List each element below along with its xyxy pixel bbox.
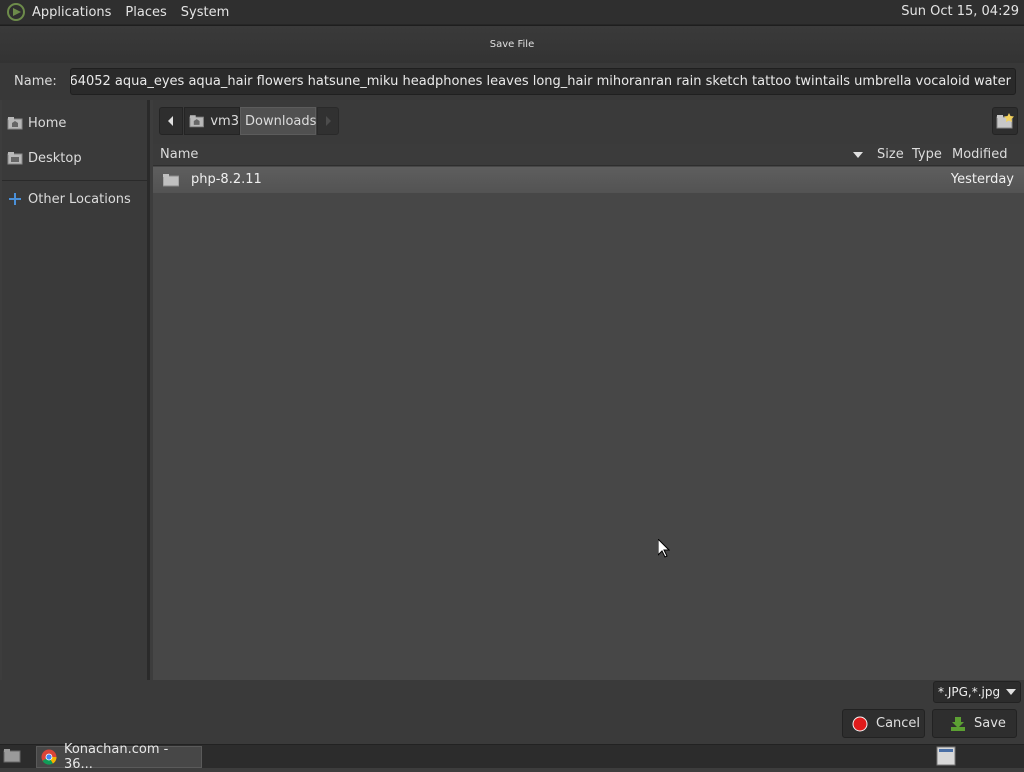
home-icon	[7, 117, 23, 130]
column-name[interactable]: Name	[160, 147, 198, 162]
path-segment-vm3[interactable]: vm3	[184, 107, 240, 135]
menu-system[interactable]: System	[181, 5, 229, 20]
path-bar: vm3 Downloads	[153, 100, 1024, 144]
filter-value: *.JPG,*.jpg	[938, 685, 1001, 699]
sidebar-item-other-locations[interactable]: Other Locations	[2, 185, 147, 213]
desktop-icon	[7, 152, 23, 165]
file-modified: Yesterday	[950, 172, 1014, 187]
path-segment-downloads[interactable]: Downloads	[240, 107, 316, 135]
clock[interactable]: Sun Oct 15, 04:29	[901, 4, 1019, 19]
mouse-cursor-icon	[658, 539, 670, 558]
file-type-filter[interactable]: *.JPG,*.jpg	[933, 681, 1021, 703]
path-back-button[interactable]	[159, 107, 183, 135]
download-icon	[951, 716, 965, 731]
path-forward-button[interactable]	[317, 107, 339, 135]
file-browser: vm3 Downloads Name Size Type Modified ph…	[153, 100, 1024, 680]
save-button[interactable]: Save	[932, 709, 1017, 738]
taskbar: Konachan.com - 36...	[0, 742, 1024, 772]
dialog-title: Save File	[489, 39, 535, 50]
chevron-right-icon	[326, 116, 331, 126]
home-folder-icon	[189, 115, 204, 128]
sidebar-item-label: Other Locations	[28, 191, 131, 207]
sidebar-divider	[2, 180, 147, 181]
chrome-icon	[41, 749, 57, 765]
column-type[interactable]: Type	[912, 147, 942, 162]
show-desktop-icon[interactable]	[3, 748, 23, 764]
taskbar-window-button[interactable]: Konachan.com - 36...	[36, 742, 202, 772]
sidebar-item-desktop[interactable]: Desktop	[2, 144, 147, 172]
stop-icon	[852, 716, 868, 731]
chevron-down-icon	[1006, 689, 1017, 695]
dialog-titlebar: Save File	[0, 25, 1024, 63]
menu-places[interactable]: Places	[125, 5, 166, 20]
plus-icon	[9, 193, 21, 205]
folder-icon	[163, 174, 179, 187]
cancel-label: Cancel	[876, 716, 921, 731]
file-name: php-8.2.11	[191, 172, 262, 187]
sidebar-item-label: Home	[28, 115, 67, 131]
places-sidebar: Home Desktop Other Locations	[2, 100, 150, 680]
workspace-switcher-icon[interactable]	[936, 746, 956, 766]
filename-value: Konachan.com - 364052 aqua_eyes aqua_hai…	[70, 74, 1011, 89]
path-segment-label: Downloads	[245, 113, 317, 129]
path-segment-label: vm3	[210, 113, 239, 129]
menu-applications[interactable]: Applications	[32, 5, 111, 20]
table-row[interactable]: php-8.2.11 Yesterday	[153, 167, 1024, 193]
name-row: Name: Konachan.com - 364052 aqua_eyes aq…	[0, 63, 1024, 100]
column-size[interactable]: Size	[877, 147, 904, 162]
sort-descending-icon[interactable]	[853, 152, 863, 158]
top-panel: Applications Places System Sun Oct 15, 0…	[0, 0, 1024, 25]
app-menu-logo-icon[interactable]	[6, 2, 26, 22]
column-header: Name Size Type Modified	[153, 144, 1024, 166]
dialog-footer: *.JPG,*.jpg Cancel Save	[0, 680, 1024, 744]
sidebar-item-label: Desktop	[28, 150, 82, 166]
save-label: Save	[974, 716, 1006, 731]
chevron-left-icon	[168, 116, 173, 126]
column-modified[interactable]: Modified	[952, 147, 1007, 162]
filename-input[interactable]: Konachan.com - 364052 aqua_eyes aqua_hai…	[70, 68, 1016, 95]
new-folder-icon	[996, 113, 1014, 129]
cancel-button[interactable]: Cancel	[842, 709, 925, 738]
new-folder-button[interactable]	[992, 107, 1018, 135]
name-label: Name:	[14, 74, 57, 89]
sidebar-item-home[interactable]: Home	[2, 109, 147, 137]
